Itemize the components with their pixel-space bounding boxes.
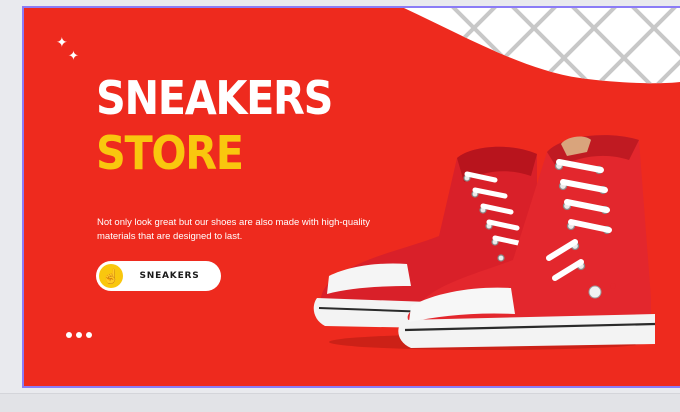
sneakers-button[interactable]: ☝ SNEAKERS bbox=[96, 261, 221, 291]
sparkle-icon: ✦ bbox=[56, 34, 68, 50]
headline-store: STORE bbox=[96, 126, 244, 180]
design-canvas[interactable]: ✦ ✦ SNEAKERS STORE Not only look great b… bbox=[22, 6, 680, 388]
headline-sneakers: SNEAKERS bbox=[96, 71, 333, 125]
sparkle-icon: ✦ bbox=[68, 48, 79, 63]
carousel-dot[interactable] bbox=[86, 332, 92, 338]
editor-bottom-bar bbox=[0, 393, 680, 412]
sneakers-button-label: SNEAKERS bbox=[139, 271, 200, 281]
carousel-dots bbox=[66, 332, 92, 338]
carousel-dot[interactable] bbox=[66, 332, 72, 338]
carousel-dot[interactable] bbox=[76, 332, 82, 338]
sneakers-image bbox=[313, 135, 656, 350]
